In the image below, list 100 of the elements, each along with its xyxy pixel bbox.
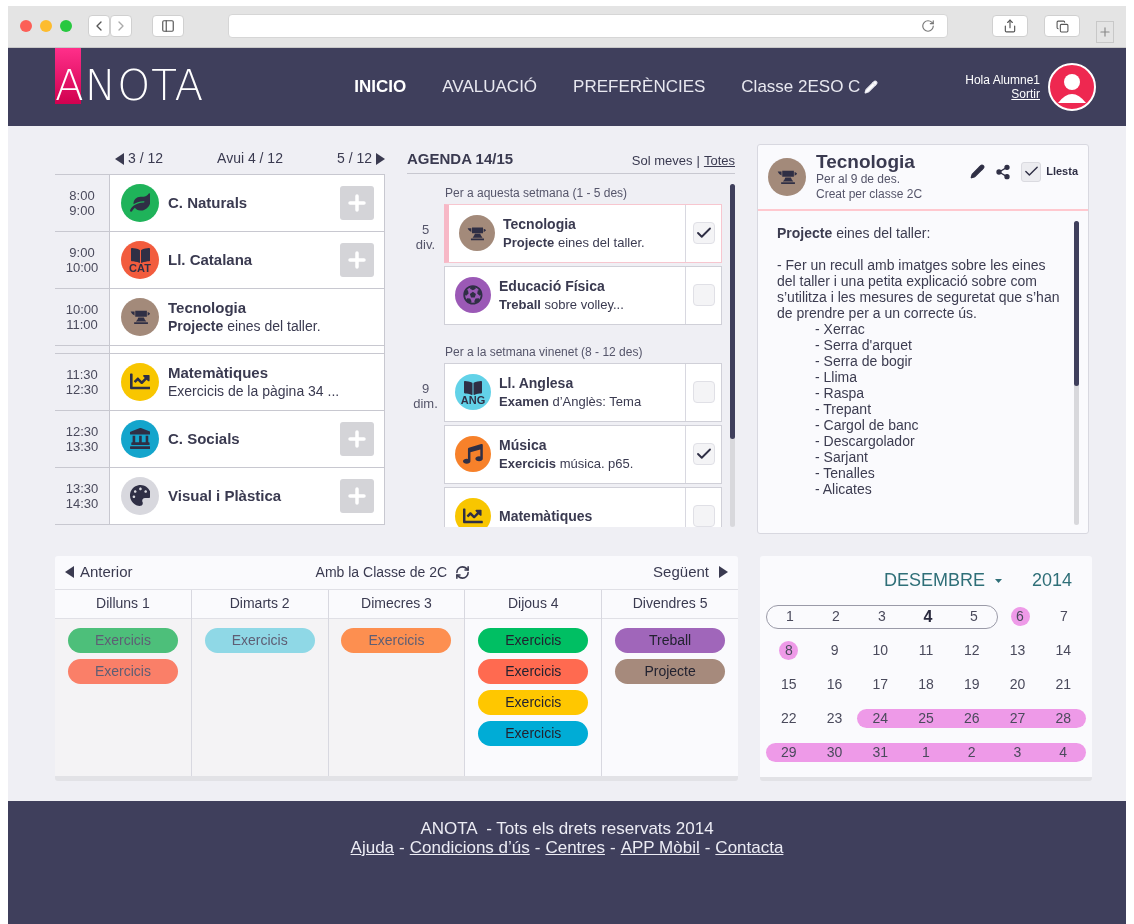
class-card[interactable]: CAT Ll. Catalana xyxy=(109,231,385,288)
add-button[interactable] xyxy=(340,421,374,456)
calendar-day[interactable]: 17 xyxy=(857,675,904,695)
class-card[interactable]: Tecnologia Projecte eines del taller. xyxy=(109,288,385,345)
task-pill[interactable]: Projecte xyxy=(615,658,726,684)
filter-link[interactable]: Totes xyxy=(703,151,735,171)
link-separator: - xyxy=(534,837,541,857)
scrollbar-track[interactable] xyxy=(1074,220,1079,525)
done-checkbox[interactable] xyxy=(692,443,715,466)
calendar-day[interactable]: 5 xyxy=(951,607,997,627)
class-card[interactable]: Matemàtiques Exercicis de la pàgina 34 ... xyxy=(109,353,385,410)
add-button[interactable] xyxy=(340,478,374,513)
scrollbar-thumb[interactable] xyxy=(1074,220,1079,386)
share-icon[interactable] xyxy=(995,163,1012,180)
tabs-icon[interactable] xyxy=(1044,15,1080,38)
done-checkbox[interactable] xyxy=(692,222,715,245)
filter-link[interactable]: Sol meves xyxy=(631,151,693,171)
calendar-day[interactable]: 20 xyxy=(994,675,1041,695)
nav-tab[interactable]: PREFERÈNCIES xyxy=(573,73,706,100)
task-pill[interactable]: Exercicis xyxy=(478,689,589,715)
calendar-day[interactable]: 1 xyxy=(767,607,813,627)
calendar-day[interactable]: 12 xyxy=(948,641,995,661)
weekday: dim. xyxy=(413,395,438,411)
next-day-button[interactable]: 5 / 12 xyxy=(336,148,385,170)
calendar-day[interactable]: 31 xyxy=(857,743,904,763)
done-checkbox[interactable] xyxy=(692,381,715,404)
previous-week-button[interactable]: Anterior xyxy=(65,560,133,584)
calendar-day[interactable]: 26 xyxy=(948,709,995,729)
new-tab-icon[interactable] xyxy=(1096,21,1114,44)
class-card[interactable]: C. Naturals xyxy=(109,174,385,231)
footer-link[interactable]: Ajuda xyxy=(350,837,395,857)
month-selector[interactable]: DESEMBRE xyxy=(883,567,1002,595)
calendar-day[interactable]: 23 xyxy=(811,709,858,729)
calendar-day[interactable]: 30 xyxy=(811,743,858,763)
task-pill[interactable]: Exercicis xyxy=(204,627,315,653)
logout-link[interactable]: Sortir xyxy=(1011,86,1040,101)
class-selector[interactable]: Classe 2ESO C xyxy=(741,73,879,100)
calendar-day[interactable]: 4 xyxy=(905,607,951,627)
calendar-day[interactable]: 18 xyxy=(903,675,949,695)
prev-day-button[interactable]: 3 / 12 xyxy=(115,148,164,170)
task-pill[interactable]: Treball xyxy=(615,627,726,653)
calendar-day[interactable]: 13 xyxy=(994,641,1041,661)
agenda-card[interactable]: Matemàtiques xyxy=(444,486,722,527)
calendar-day[interactable]: 19 xyxy=(948,675,995,695)
scrollbar-thumb[interactable] xyxy=(730,183,735,439)
next-week-button[interactable]: Següent xyxy=(653,560,728,584)
add-button[interactable] xyxy=(340,185,374,220)
calendar-day[interactable]: 11 xyxy=(903,641,949,661)
calendar-day[interactable]: 24 xyxy=(857,709,904,729)
calendar-day[interactable]: 15 xyxy=(766,675,812,695)
footer-link[interactable]: Contacta xyxy=(715,837,784,857)
agenda-card[interactable]: ANG Ll. Anglesa Examen d’Anglès: Tema xyxy=(444,362,722,422)
calendar-day[interactable]: 8 xyxy=(779,641,799,661)
calendar-day[interactable]: 4 xyxy=(1040,743,1087,763)
agenda-card[interactable]: Educació Física Treball sobre volley... xyxy=(444,265,722,325)
reload-icon[interactable] xyxy=(921,19,935,34)
task-pill[interactable]: Exercicis xyxy=(478,720,589,746)
calendar-day[interactable]: 2 xyxy=(948,743,995,763)
calendar-day[interactable]: 21 xyxy=(1040,675,1087,695)
calendar-day[interactable]: 3 xyxy=(994,743,1041,763)
avatar-icon[interactable] xyxy=(1048,62,1096,111)
calendar-day[interactable]: 22 xyxy=(766,709,812,729)
scrollbar-track[interactable] xyxy=(730,183,735,527)
nav-tab[interactable]: INICIO xyxy=(354,73,407,100)
class-card[interactable]: C. Socials xyxy=(109,410,385,467)
calendar-day[interactable]: 10 xyxy=(857,641,904,661)
sidebar-icon[interactable] xyxy=(152,15,184,38)
start-time: 11:30 xyxy=(66,366,98,382)
calendar-day[interactable]: 27 xyxy=(994,709,1041,729)
edit-icon[interactable] xyxy=(970,164,986,180)
add-button[interactable] xyxy=(340,242,374,277)
class-card[interactable]: Visual i Plàstica xyxy=(109,467,385,524)
calendar-day[interactable]: 3 xyxy=(859,607,905,627)
back-icon[interactable] xyxy=(88,15,110,38)
nav-tab[interactable]: AVALUACIÓ xyxy=(442,73,538,100)
done-checkbox[interactable] xyxy=(692,284,715,307)
calendar-day[interactable]: 29 xyxy=(766,743,812,763)
agenda-card[interactable]: Música Exercicis música. p65. xyxy=(444,424,722,484)
done-toggle[interactable]: Llesta xyxy=(1021,161,1078,182)
footer-link[interactable]: Centres xyxy=(545,837,605,857)
done-checkbox[interactable] xyxy=(692,505,715,527)
refresh-icon[interactable] xyxy=(455,564,471,580)
tool-item: - Serra d'arquet xyxy=(815,336,913,353)
calendar-day[interactable]: 28 xyxy=(1040,709,1087,729)
agenda-card[interactable]: Tecnologia Projecte eines del taller. xyxy=(444,203,722,263)
calendar-day[interactable]: 1 xyxy=(903,743,949,763)
footer-link[interactable]: APP Mòbil xyxy=(620,837,700,857)
calendar-day[interactable]: 16 xyxy=(811,675,858,695)
task-pill[interactable]: Exercicis xyxy=(478,658,589,684)
calendar-day[interactable]: 25 xyxy=(903,709,949,729)
task-pill[interactable]: Exercicis xyxy=(478,627,589,653)
calendar-day[interactable]: 6 xyxy=(1010,607,1030,627)
calendar-day[interactable]: 7 xyxy=(1042,607,1086,627)
forward-icon[interactable] xyxy=(110,15,132,38)
tool-item: - Xerrac xyxy=(815,320,865,337)
footer-link[interactable]: Condicions d’ús xyxy=(409,837,530,857)
subject-name: C. Socials xyxy=(168,429,241,449)
calendar-day[interactable]: 9 xyxy=(811,641,858,661)
calendar-day[interactable]: 2 xyxy=(813,607,859,627)
calendar-day[interactable]: 14 xyxy=(1040,641,1087,661)
